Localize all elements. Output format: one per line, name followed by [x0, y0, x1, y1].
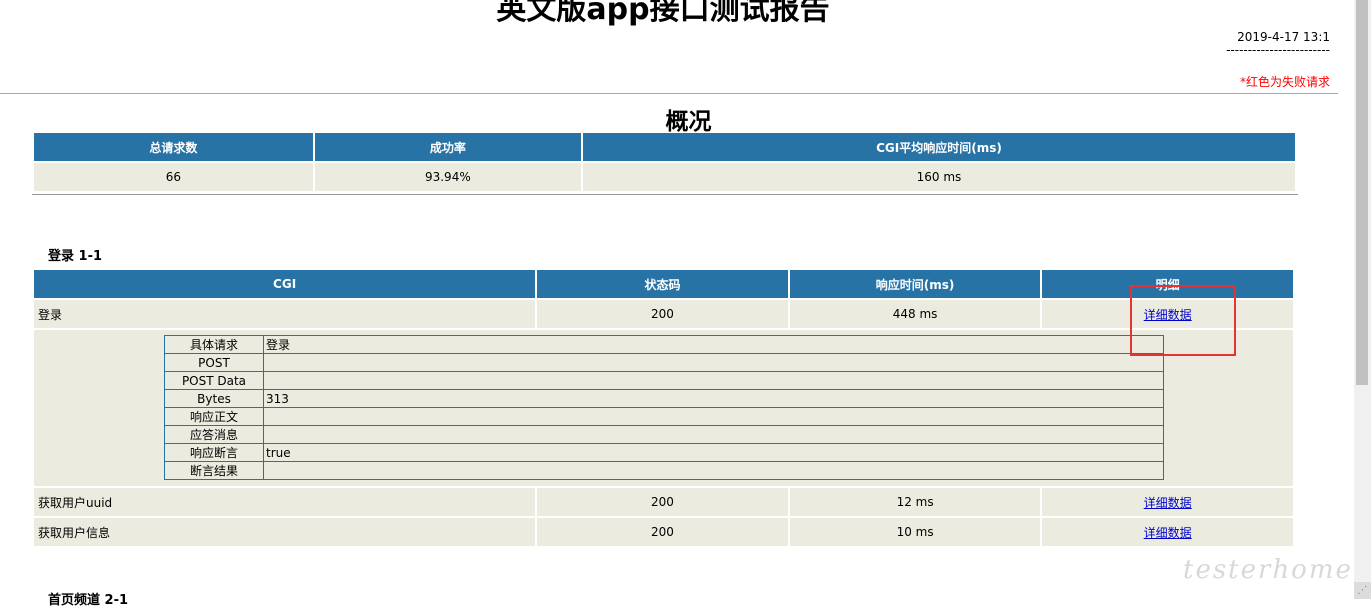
top-divider: [0, 93, 1338, 94]
detail-value: [263, 461, 1164, 480]
status-code: 200: [537, 518, 788, 546]
detail-key: 具体请求: [164, 335, 264, 354]
detail-value: 登录: [263, 335, 1164, 354]
detail-table: 具体请求 登录 POST POST Data Bytes 313 响应正文 应答消息…: [164, 335, 1164, 480]
col-header-time: 响应时间(ms): [789, 270, 1041, 298]
summary-header-success-rate: 成功率: [314, 133, 581, 161]
table-row: 获取用户uuid 200 12 ms 详细数据: [34, 488, 1293, 516]
summary-table: 总请求数 成功率 CGI平均响应时间(ms) 66 93.94% 160 ms: [32, 131, 1297, 193]
cgi-table: CGI 状态码 响应时间(ms) 明细 登录 200 448 ms 详细数据 具…: [32, 268, 1295, 548]
vertical-scrollbar[interactable]: [1354, 0, 1371, 599]
detail-key: 响应断言: [164, 443, 264, 462]
report-time: 2019-4-17 13:1: [1237, 30, 1330, 44]
detail-key: 响应正文: [164, 407, 264, 426]
dash-divider: ------------------------: [1226, 43, 1330, 57]
detail-link[interactable]: 详细数据: [1144, 526, 1192, 540]
detail-value: [263, 353, 1164, 372]
detail-value: [263, 407, 1164, 426]
summary-header-avg-time: CGI平均响应时间(ms): [582, 133, 1295, 161]
page-title: 英文版app接口测试报告: [496, 0, 830, 27]
status-code: 200: [537, 488, 788, 516]
response-time: 10 ms: [789, 518, 1041, 546]
response-time: 448 ms: [789, 300, 1041, 328]
fail-note: *红色为失败请求: [1239, 75, 1330, 89]
detail-value: true: [263, 443, 1164, 462]
detail-value: [263, 425, 1164, 444]
detail-key: 应答消息: [164, 425, 264, 444]
overview-divider: [32, 194, 1298, 195]
detail-value: 313: [263, 389, 1164, 408]
section-label: 登录 1-1: [48, 249, 103, 264]
table-row: 登录 200 448 ms 详细数据: [34, 300, 1293, 328]
detail-key: POST: [164, 353, 264, 372]
table-row: 获取用户信息 200 10 ms 详细数据: [34, 518, 1293, 546]
col-header-status: 状态码: [537, 270, 788, 298]
cgi-name: 获取用户uuid: [34, 488, 536, 516]
detail-key: POST Data: [164, 371, 264, 390]
cgi-name: 登录: [34, 300, 536, 328]
summary-header-total: 总请求数: [34, 133, 313, 161]
status-code: 200: [537, 300, 788, 328]
cgi-name: 获取用户信息: [34, 518, 536, 546]
summary-total: 66: [34, 163, 313, 191]
detail-key: 断言结果: [164, 461, 264, 480]
watermark: testerhome.com: [1183, 555, 1371, 585]
detail-row: 具体请求 登录 POST POST Data Bytes 313 响应正文 应答消息…: [34, 330, 1293, 486]
detail-key: Bytes: [164, 389, 264, 408]
detail-value: [263, 371, 1164, 390]
scrollbar-thumb[interactable]: [1356, 0, 1368, 385]
detail-link[interactable]: 详细数据: [1144, 496, 1192, 510]
response-time: 12 ms: [789, 488, 1041, 516]
col-header-cgi: CGI: [34, 270, 536, 298]
highlight-annotation-box: [1130, 285, 1236, 356]
summary-success-rate: 93.94%: [314, 163, 581, 191]
resize-grip-icon: ⋰: [1354, 582, 1371, 599]
summary-avg-time: 160 ms: [582, 163, 1295, 191]
